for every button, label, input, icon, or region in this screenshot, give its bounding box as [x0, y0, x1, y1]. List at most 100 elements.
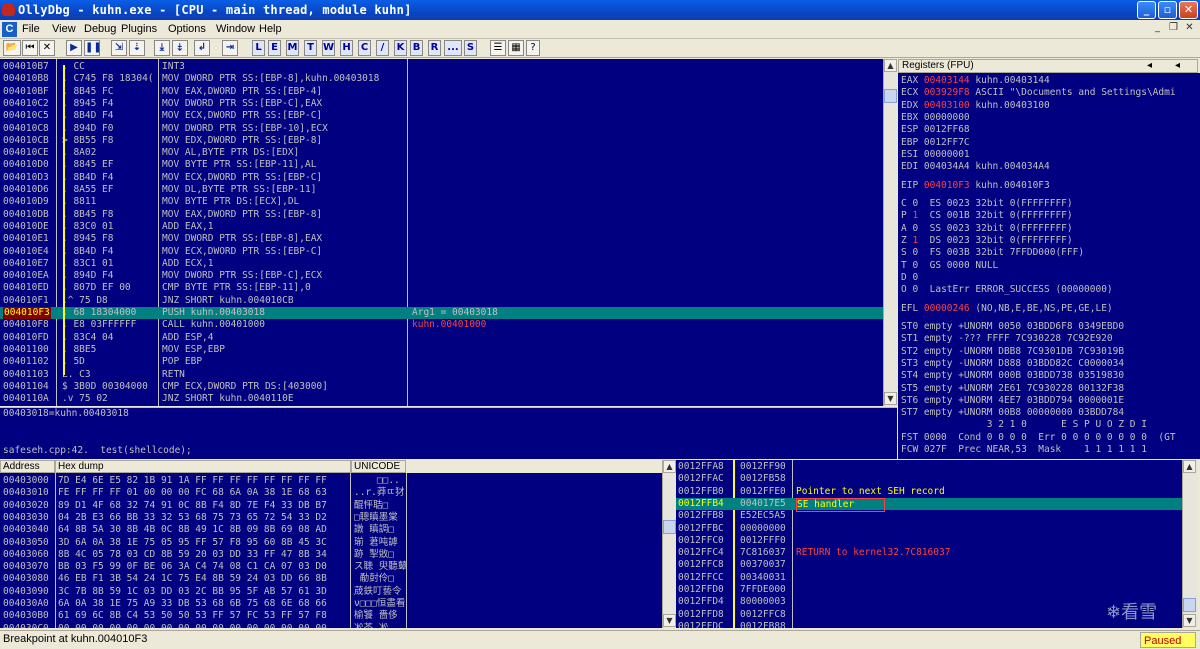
disasm-row[interactable]: 004010C5 . 8B4D F4 MOV ECX,DWORD PTR SS:[E…	[0, 110, 883, 122]
disasm-row[interactable]: 004010BF . 8B45 FC MOV EAX,DWORD PTR SS:[E…	[0, 86, 883, 98]
title-bar[interactable]: OllyDbg - kuhn.exe - [CPU - main thread,…	[0, 0, 1200, 20]
scroll-thumb[interactable]	[884, 89, 897, 103]
menu-plugins[interactable]: Plugins	[121, 23, 157, 35]
maximize-button[interactable]: ▫	[1158, 1, 1177, 19]
menu-options[interactable]: Options	[168, 23, 206, 35]
disasm-row[interactable]: 004010F1 .^ 75 D8 JNZ SHORT kuhn.004010CB	[0, 295, 883, 307]
menu-file[interactable]: File	[22, 23, 40, 35]
register-value[interactable]: 00403100	[924, 100, 970, 111]
dump-scrollbar[interactable]: ▲ ▼	[662, 460, 676, 628]
right-arrow-icon[interactable]: ◂	[1175, 60, 1180, 72]
stack-pane[interactable]: ❄看雪 0012FFA8 0012FF90 0012FFAC 0012FB58 0012…	[676, 460, 1182, 628]
call-stack-button[interactable]: K	[394, 40, 407, 56]
disasm-row[interactable]: 004010C8 . 894D F0 MOV DWORD PTR SS:[EBP-1…	[0, 123, 883, 135]
register-value[interactable]: 0012FF7C	[924, 137, 970, 148]
cpu-window-icon[interactable]: C	[2, 22, 17, 37]
stack-row[interactable]: 0012FFB4 004017E5 SE handler	[676, 497, 1182, 513]
registers-header[interactable]: Registers (FPU) ◂ ◂	[898, 59, 1198, 73]
disasm-row[interactable]: 004010E7 . 83C1 01 ADD ECX,1	[0, 258, 883, 270]
close-debuggee-icon[interactable]: ✕	[39, 40, 55, 56]
disasm-row[interactable]: 00401102 . 5D POP EBP	[0, 356, 883, 368]
appearance-icon[interactable]: ☰	[490, 40, 506, 56]
menu-window[interactable]: Window	[216, 23, 255, 35]
open-icon[interactable]: 📂	[3, 40, 21, 56]
help-icon[interactable]: ?	[526, 40, 540, 56]
source-button[interactable]: S	[464, 40, 477, 56]
disasm-row[interactable]: 004010FD . 83C4 04 ADD ESP,4	[0, 332, 883, 344]
disasm-row[interactable]: 004010CE . 8A02 MOV AL,BYTE PTR DS:[EDX]	[0, 147, 883, 159]
options-icon[interactable]: ▦	[508, 40, 524, 56]
disasm-row[interactable]: 004010D9 . 8811 MOV BYTE PTR DS:[ECX],DL	[0, 196, 883, 208]
disasm-row[interactable]: 004010E4 . 8B4D F4 MOV ECX,DWORD PTR SS:[E…	[0, 246, 883, 258]
mdi-restore-button[interactable]: ❐	[1166, 22, 1181, 36]
run-trace-button[interactable]: ...	[444, 40, 462, 56]
register-value[interactable]: 003929F8	[924, 87, 970, 98]
dump-header-address[interactable]: Address	[0, 460, 55, 473]
trace-over-icon[interactable]: ⤈	[172, 40, 188, 56]
patches-window-button[interactable]: /	[376, 40, 389, 56]
stack-row[interactable]: 0012FFD4 80000003	[676, 596, 1182, 608]
stack-row[interactable]: 0012FFB8 E52EC5A5	[676, 510, 1182, 522]
stack-scrollbar[interactable]: ▲ ▼	[1182, 460, 1198, 628]
disasm-row[interactable]: 004010F3 . 68 18304000 PUSH kuhn.00403018 A…	[0, 307, 883, 320]
dump-header-hex[interactable]: Hex dump	[55, 460, 351, 473]
dump-pane[interactable]: 00403000 7D E4 6E E5 82 1B 91 1A FF FF FF…	[0, 473, 662, 628]
scroll-down-arrow-icon[interactable]: ▼	[663, 614, 676, 627]
disassembly-scrollbar[interactable]: ▲ ▼	[883, 59, 897, 406]
stack-row[interactable]: 0012FFBC 00000000	[676, 523, 1182, 535]
left-arrow-icon[interactable]: ◂	[1147, 60, 1152, 72]
stack-row[interactable]: 0012FFC8 00370037	[676, 559, 1182, 571]
disasm-row[interactable]: 004010E1 . 8945 F8 MOV DWORD PTR SS:[EBP-8…	[0, 233, 883, 245]
dump-header-unicode[interactable]: UNICODE	[351, 460, 406, 473]
references-button[interactable]: R	[428, 40, 441, 56]
go-to-origin-icon[interactable]: ⇥	[222, 40, 238, 56]
step-into-icon[interactable]: ⇲	[111, 40, 127, 56]
register-value[interactable]: 00000246	[924, 303, 970, 314]
stack-row[interactable]: 0012FFC4 7C816037 RETURN to kernel32.7C816…	[676, 547, 1182, 559]
menu-help[interactable]: Help	[259, 23, 282, 35]
stack-row[interactable]: 0012FFD0 7FFDE000	[676, 584, 1182, 596]
register-value[interactable]: 00000001	[924, 149, 970, 160]
disasm-row[interactable]: 004010ED . 807D EF 00 CMP BYTE PTR SS:[EBP…	[0, 282, 883, 294]
disasm-row[interactable]: 004010B7 . CC INT3	[0, 61, 883, 73]
handles-window-button[interactable]: H	[340, 40, 353, 56]
stack-row[interactable]: 0012FFB0 0012FFE0 Pointer to next SEH reco…	[676, 486, 1182, 498]
register-value[interactable]: 004034A4	[924, 161, 970, 172]
step-over-icon[interactable]: ⇣	[129, 40, 145, 56]
register-value[interactable]: 00403144	[924, 75, 970, 86]
disasm-row[interactable]: 004010F8 . E8 03FFFFFF CALL kuhn.00401000 k…	[0, 319, 883, 331]
minimize-button[interactable]: _	[1137, 1, 1156, 19]
disasm-row[interactable]: 004010B8 . C745 F8 18304(MOV DWORD PTR SS…	[0, 73, 883, 85]
disassembly-pane[interactable]: 004010B7 . CC INT3 004010B8 . C745 F8 18304(…	[0, 59, 883, 406]
scroll-down-arrow-icon[interactable]: ▼	[884, 392, 897, 405]
disasm-row[interactable]: 004010CB > 8B55 F8 MOV EDX,DWORD PTR SS:[E…	[0, 135, 883, 147]
register-value[interactable]: 00000000	[924, 112, 970, 123]
disasm-row[interactable]: 00401100 . 8BE5 MOV ESP,EBP	[0, 344, 883, 356]
memory-window-button[interactable]: M	[286, 40, 299, 56]
scroll-thumb[interactable]	[663, 520, 676, 534]
threads-window-button[interactable]: T	[304, 40, 317, 56]
stack-row[interactable]: 0012FFAC 0012FB58	[676, 473, 1182, 485]
trace-into-icon[interactable]: ⤓	[154, 40, 170, 56]
scroll-up-arrow-icon[interactable]: ▲	[663, 460, 676, 473]
menu-view[interactable]: View	[52, 23, 76, 35]
scroll-thumb[interactable]	[1183, 598, 1196, 612]
registers-pane[interactable]: EAX 00403144 kuhn.00403144 ECX 003929F8 A…	[898, 73, 1200, 459]
disasm-row[interactable]: 00401103 L. C3 RETN	[0, 369, 883, 381]
run-icon[interactable]: ▶	[66, 40, 82, 56]
stack-row[interactable]: 0012FFA8 0012FF90	[676, 461, 1182, 473]
disasm-row[interactable]: 004010EA . 894D F4 MOV DWORD PTR SS:[EBP-C…	[0, 270, 883, 282]
mdi-minimize-button[interactable]: _	[1150, 22, 1165, 36]
register-value[interactable]: 004010F3	[924, 180, 970, 191]
windows-window-button[interactable]: W	[322, 40, 335, 56]
disasm-row[interactable]: 004010DB . 8B45 F8 MOV EAX,DWORD PTR SS:[E…	[0, 209, 883, 221]
disasm-row[interactable]: 004010D3 . 8B4D F4 MOV ECX,DWORD PTR SS:[E…	[0, 172, 883, 184]
stack-row[interactable]: 0012FFD8 0012FFC8	[676, 609, 1182, 621]
disasm-row[interactable]: 004010D6 . 8A55 EF MOV DL,BYTE PTR SS:[EBP…	[0, 184, 883, 196]
close-button[interactable]: ✕	[1179, 1, 1198, 19]
restart-icon[interactable]: ⏮	[22, 40, 38, 56]
log-window-button[interactable]: L	[252, 40, 265, 56]
stack-row[interactable]: 0012FFCC 00340031	[676, 572, 1182, 584]
disasm-row[interactable]: 0040110A .v 75 02 JNZ SHORT kuhn.0040110E	[0, 393, 883, 405]
pause-icon[interactable]: ❚❚	[84, 40, 102, 56]
